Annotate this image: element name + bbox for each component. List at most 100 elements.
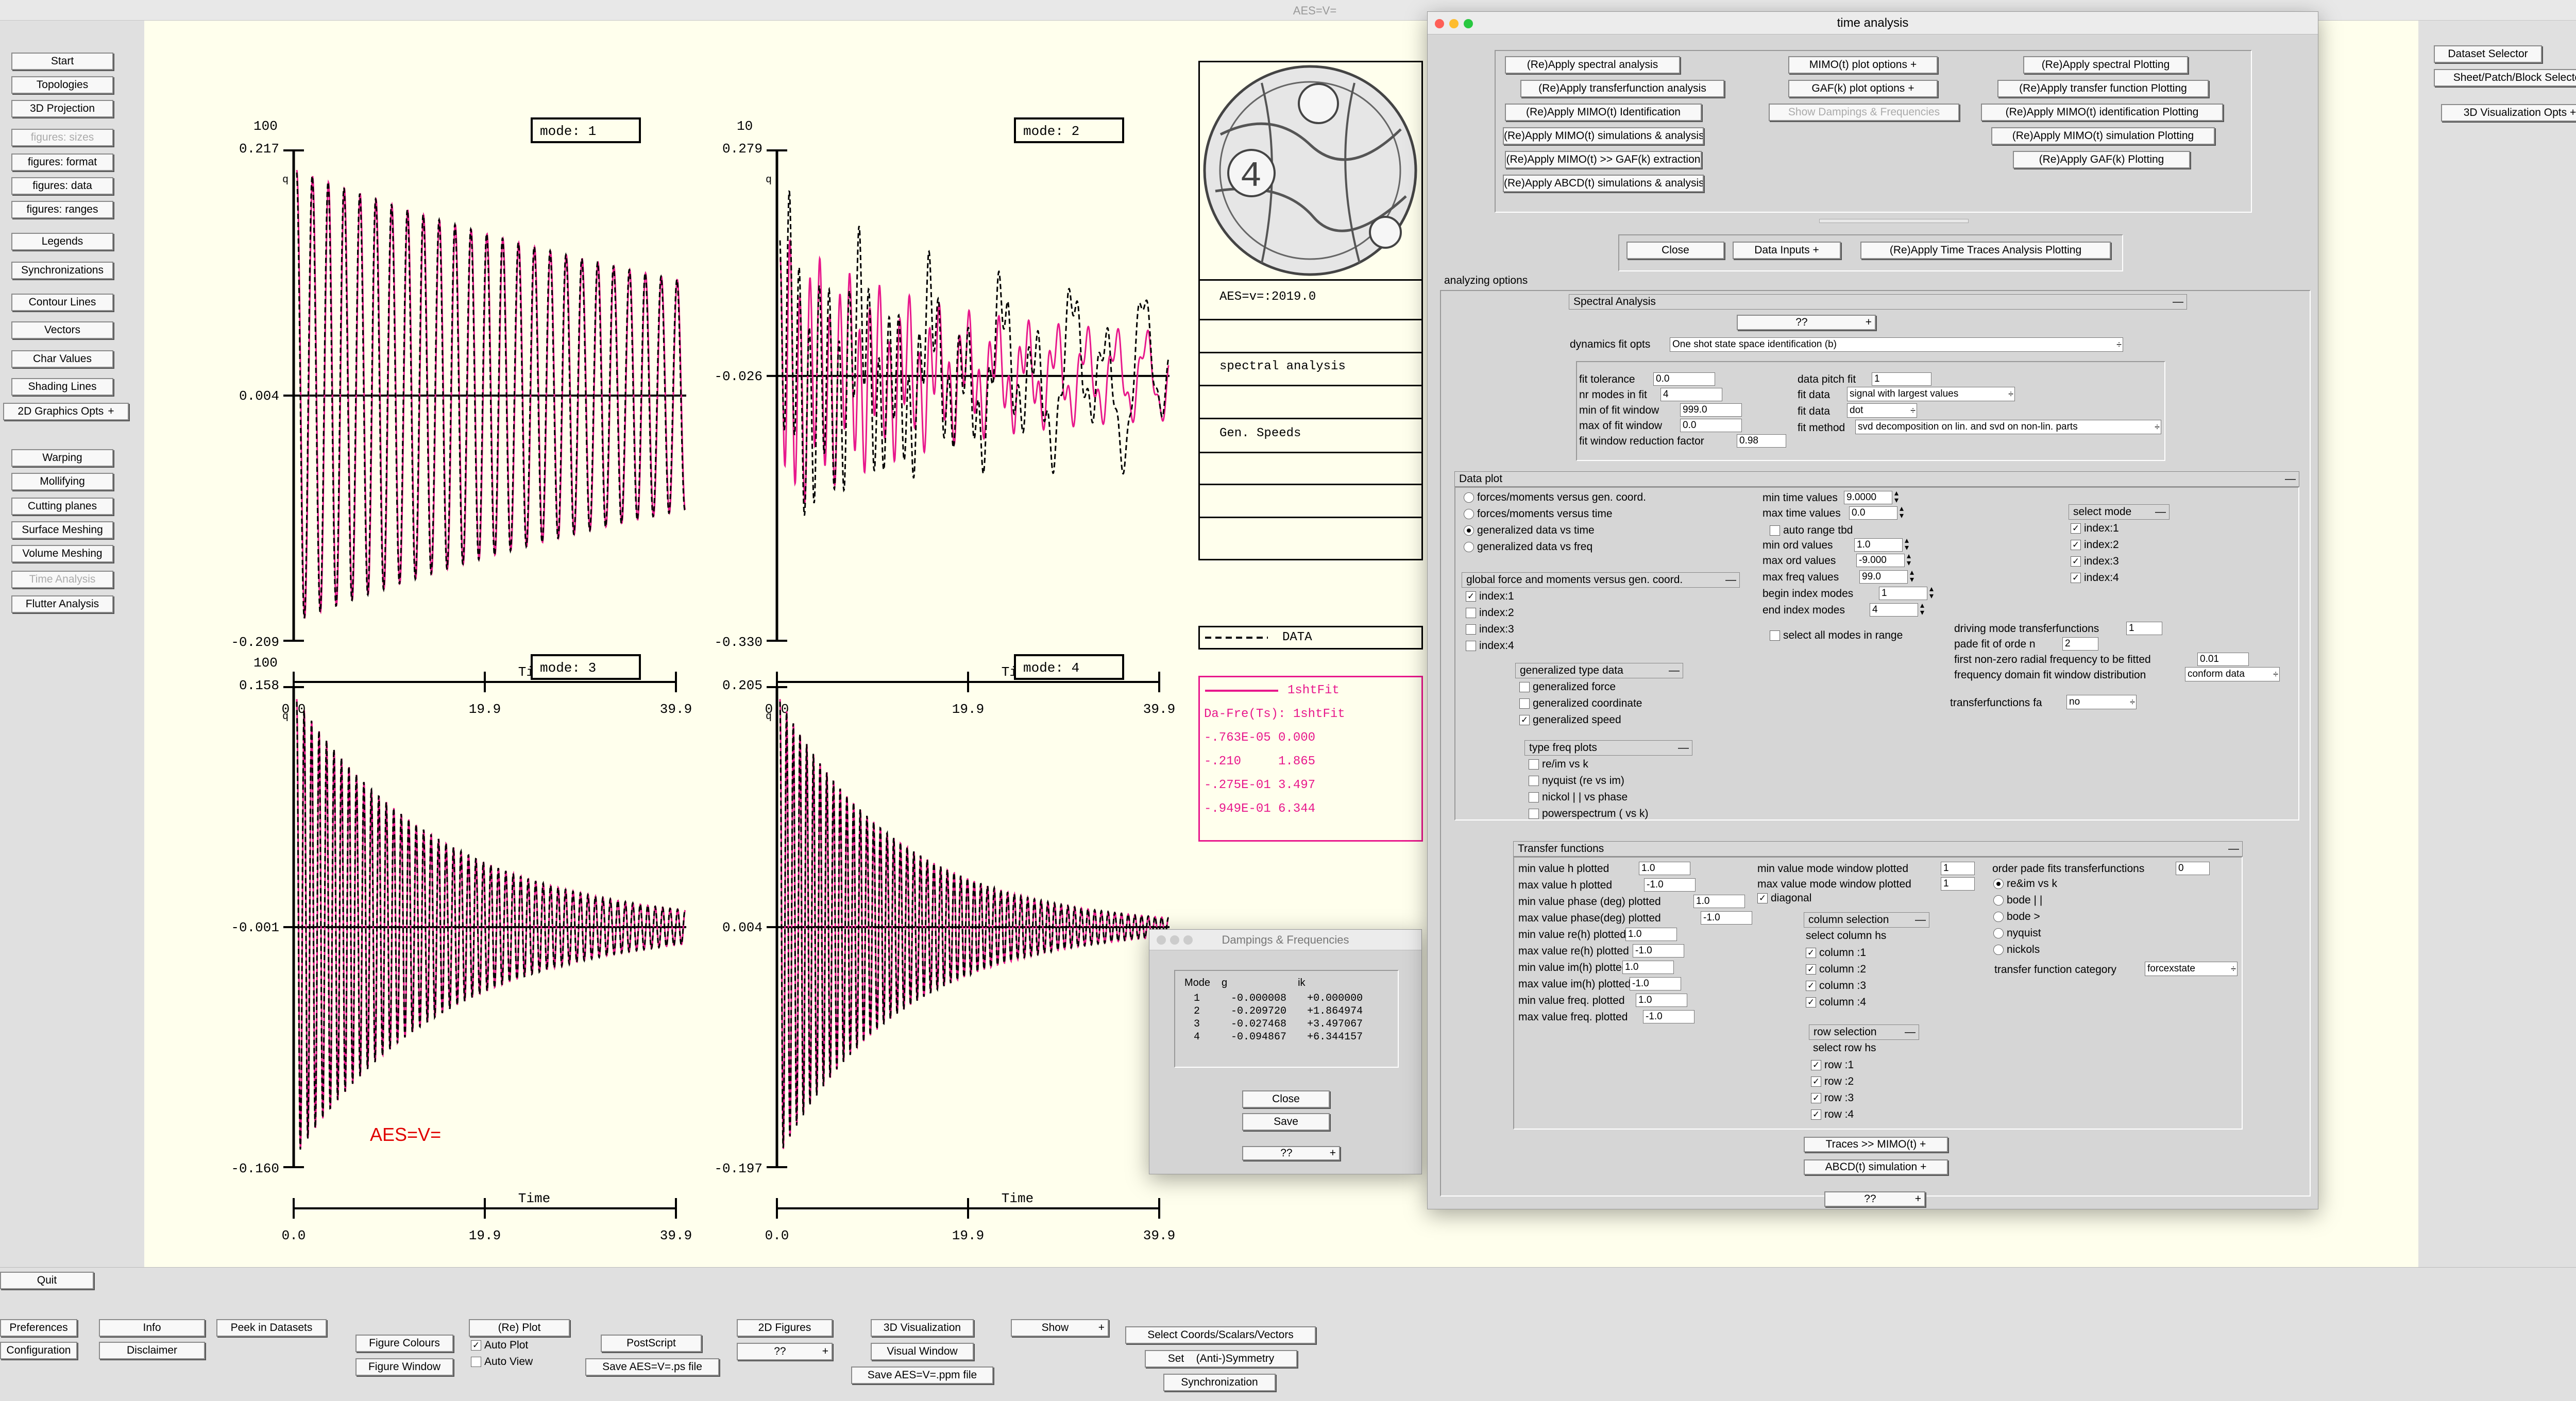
left-menu-item-2d-graphics-opts[interactable]: 2D Graphics Opts + [3, 403, 129, 420]
stepper-icon[interactable]: ▴ ▾ [1920, 602, 1924, 617]
checkbox-item[interactable]: generalized force [1519, 680, 1616, 694]
transfer-field[interactable]: 1.0 [1622, 961, 1674, 974]
checkbox-item[interactable]: ✓ column :4 [1806, 996, 1866, 1009]
apply-col1-button[interactable]: (Re)Apply MIMO(t) >> GAF(k) extraction [1505, 151, 1702, 168]
save-ppm-button[interactable]: Save AES=V=.ppm file [851, 1366, 993, 1384]
synchronization-button[interactable]: Synchronization [1163, 1374, 1276, 1391]
range-field[interactable]: 9.0000 [1844, 491, 1892, 504]
fit-data-select[interactable]: signal with largest values [1847, 387, 2015, 401]
transfer-field[interactable]: 1.0 [1636, 994, 1687, 1007]
show-menu-button[interactable]: Show + [1011, 1319, 1109, 1337]
left-menu-item-figures-data[interactable]: figures: data [11, 177, 113, 195]
transfer-field[interactable]: -1.0 [1633, 944, 1684, 958]
range-field[interactable]: 1 [1879, 587, 1927, 600]
data-plot-header[interactable]: Data plot — [1454, 471, 2299, 487]
checkbox-item[interactable]: ✓ generalized speed [1519, 713, 1621, 727]
visual-window-button[interactable]: Visual Window [871, 1343, 974, 1360]
checkbox-item[interactable]: re/im vs k [1529, 758, 1588, 771]
left-menu-item-char-values[interactable]: Char Values [11, 350, 113, 368]
stepper-icon[interactable]: ▴ ▾ [1907, 552, 1911, 568]
left-menu-item-legends[interactable]: Legends [11, 233, 113, 250]
save-ps-button[interactable]: Save AES=V=.ps file [585, 1358, 719, 1376]
stepper-icon[interactable]: ▴ ▾ [1910, 569, 1914, 584]
left-menu-item-figures-ranges[interactable]: figures: ranges [11, 201, 113, 218]
global-force-header[interactable]: global force and moments versus gen. coo… [1462, 572, 1740, 588]
spectral-qq-button[interactable]: ?? + [1737, 315, 1876, 330]
apply-col1-button[interactable]: (Re)Apply MIMO(t) simulations & analysis [1503, 127, 1704, 145]
checkbox-item[interactable]: ✓ index:4 [2071, 571, 2119, 585]
transfer-field[interactable]: -1.0 [1643, 1010, 1694, 1023]
left-menu-item-surface-meshing[interactable]: Surface Meshing [11, 521, 113, 539]
max-window-field[interactable]: 0.0 [1680, 419, 1742, 432]
auto-plot-checkbox[interactable]: ✓ Auto Plot [471, 1339, 528, 1352]
category-select[interactable]: forcexstate [2145, 962, 2238, 976]
transfer-functions-header[interactable]: Transfer functions — [1513, 841, 2243, 857]
dampings-close-button[interactable]: Close [1242, 1090, 1330, 1108]
quit-button[interactable]: Quit [0, 1272, 94, 1289]
bottom-qq-button[interactable]: ?? + [1824, 1191, 1925, 1207]
checkbox-item[interactable]: ✓ row :2 [1811, 1075, 1854, 1088]
sheet-selector-button[interactable]: Sheet/Patch/Block Selector [2434, 69, 2576, 87]
order-pade-field[interactable]: 0 [2176, 862, 2210, 875]
min-mode-window-field[interactable]: 1 [1941, 862, 1975, 875]
figure-window-button[interactable]: Figure Window [355, 1358, 453, 1376]
transfer-radio[interactable]: re&im vs k [1993, 877, 2057, 891]
fit-tolerance-field[interactable]: 0.0 [1653, 372, 1715, 386]
auto-view-checkbox[interactable]: Auto View [471, 1355, 533, 1369]
transfer-radio[interactable]: nyquist [1993, 927, 2041, 940]
checkbox-item[interactable]: ✓ index:2 [2071, 538, 2119, 552]
3d-visualization-button[interactable]: 3D Visualization [871, 1319, 974, 1337]
min-window-field[interactable]: 999.0 [1680, 403, 1742, 417]
configuration-button[interactable]: Configuration [0, 1342, 77, 1359]
apply-col3-button[interactable]: (Re)Apply transfer function Plotting [1997, 80, 2209, 97]
generalized-type-header[interactable]: generalized type data — [1515, 663, 1683, 678]
stepper-icon[interactable]: ▴ ▾ [1929, 585, 1934, 601]
dataset-selector-button[interactable]: Dataset Selector [2434, 45, 2542, 63]
left-menu-item-warping[interactable]: Warping [11, 449, 113, 467]
minimize-dot-icon[interactable] [1449, 19, 1459, 28]
apply-col2-button[interactable]: GAF(k) plot options + [1788, 80, 1938, 97]
range-field[interactable]: 0.0 [1849, 506, 1897, 520]
postscript-button[interactable]: PostScript [601, 1335, 702, 1352]
pade-field[interactable]: 2 [2062, 637, 2098, 651]
driving-mode-field[interactable]: 1 [2126, 622, 2162, 635]
checkbox-item[interactable]: index:3 [1466, 623, 1514, 636]
preferences-button[interactable]: Preferences [0, 1319, 77, 1337]
set-antisymmetry-button[interactable]: Set (Anti-)Symmetry [1145, 1350, 1297, 1368]
checkbox-item[interactable]: ✓ row :4 [1811, 1108, 1854, 1121]
apply-col2-button[interactable]: Show Dampings & Frequencies [1769, 104, 1959, 121]
peek-datasets-button[interactable]: Peek in Datasets [216, 1319, 327, 1337]
checkbox-item[interactable]: ✓ index:1 [1466, 590, 1514, 603]
checkbox-item[interactable]: powerspectrum ( vs k) [1529, 807, 1649, 821]
checkbox-item[interactable]: ✓ column :3 [1806, 979, 1866, 993]
transfer-field[interactable]: 1.0 [1693, 895, 1745, 908]
data-plot-radio[interactable]: generalized data vs time [1464, 523, 1595, 538]
checkbox-item[interactable]: index:4 [1466, 639, 1514, 653]
close-dot-icon[interactable] [1157, 935, 1166, 945]
apply-col3-button[interactable]: (Re)Apply MIMO(t) simulation Plotting [1991, 127, 2215, 145]
stepper-icon[interactable]: ▴ ▾ [1900, 505, 1904, 520]
select-all-modes-checkbox[interactable]: select all modes in range [1770, 629, 1903, 642]
max-mode-window-field[interactable]: 1 [1941, 877, 1975, 891]
left-menu-item-mollifying[interactable]: Mollifying [11, 473, 113, 490]
data-plot-radio[interactable]: forces/moments versus gen. coord. [1464, 490, 1646, 505]
2d-figures-button[interactable]: 2D Figures [737, 1319, 833, 1337]
dampings-save-button[interactable]: Save [1242, 1113, 1330, 1131]
checkbox-item[interactable]: ✓ index:3 [2071, 555, 2119, 568]
checkbox-item[interactable]: generalized coordinate [1519, 697, 1642, 710]
transfer-field[interactable]: 1.0 [1625, 928, 1677, 941]
left-menu-item-cutting-planes[interactable]: Cutting planes [11, 498, 113, 515]
3d-visualization-opts-button[interactable]: 3D Visualization Opts + [2441, 104, 2576, 122]
data-plot-radio[interactable]: forces/moments versus time [1464, 506, 1613, 522]
transfer-radio[interactable]: nickols [1993, 943, 2040, 956]
column-selection-header[interactable]: column selection — [1804, 912, 1929, 928]
data-plot-radio[interactable]: generalized data vs freq [1464, 539, 1592, 555]
apply-col3-button[interactable]: (Re)Apply spectral Plotting [2023, 56, 2188, 74]
select-coords-button[interactable]: Select Coords/Scalars/Vectors [1125, 1326, 1316, 1344]
time-analysis-close-button[interactable]: Close [1626, 242, 1724, 259]
left-menu-item-volume-meshing[interactable]: Volume Meshing [11, 545, 113, 562]
left-menu-item-contour-lines[interactable]: Contour Lines [11, 294, 113, 311]
range-field[interactable]: 1.0 [1854, 538, 1903, 552]
select-mode-header[interactable]: select mode — [2069, 504, 2170, 520]
replot-button[interactable]: (Re) Plot [469, 1319, 570, 1337]
